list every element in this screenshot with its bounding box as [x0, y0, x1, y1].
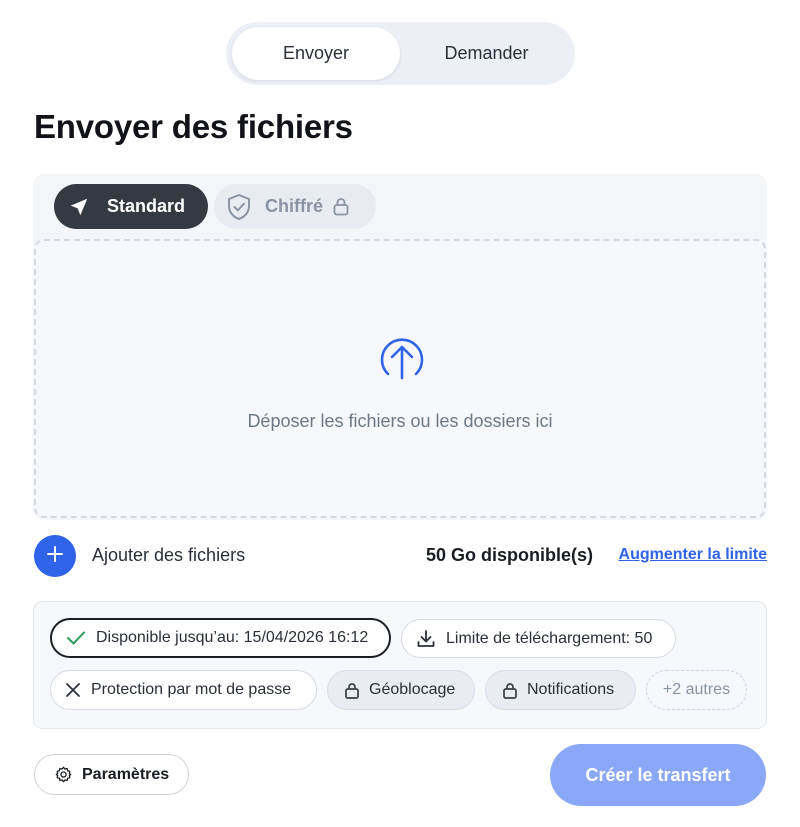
lock-icon [345, 682, 359, 699]
storage-available: 50 Go disponible(s) [426, 545, 594, 565]
tab-envoyer[interactable]: Envoyer [232, 27, 400, 80]
mode-toggle: Envoyer Demander [226, 22, 575, 85]
download-limit-chip[interactable]: Limite de téléchargement: 50 [401, 619, 676, 658]
password-chip[interactable]: Protection par mot de passe [50, 670, 317, 710]
availability-label: Disponible jusqu’au: 15/04/2026 16:12 [96, 629, 369, 646]
notifications-chip[interactable]: Notifications [485, 670, 636, 710]
notifications-label: Notifications [527, 681, 615, 698]
shield-icon [225, 193, 253, 221]
page-title: Envoyer des fichiers [34, 108, 353, 145]
send-icon [67, 196, 91, 218]
add-files-button[interactable] [34, 535, 76, 577]
lock-icon [333, 197, 349, 216]
upload-card: Standard Chiffré Déposer les fichiers ou… [33, 174, 767, 520]
download-icon [416, 629, 436, 649]
dropzone-text: Déposer les fichiers ou les dossiers ici [247, 411, 553, 431]
download-limit-label: Limite de téléchargement: 50 [446, 629, 653, 647]
more-options-chip[interactable]: +2 autres [646, 670, 747, 710]
encrypted-type-button[interactable]: Chiffré [214, 184, 376, 229]
settings-button[interactable]: Paramètres [34, 754, 189, 795]
transfer-options: Disponible jusqu’au: 15/04/2026 16:12 Li… [33, 601, 767, 729]
standard-type-label: Standard [107, 196, 186, 216]
tab-demander[interactable]: Demander [404, 27, 569, 80]
gear-icon [55, 766, 72, 783]
add-files-row: Ajouter des fichiers 50 Go disponible(s)… [34, 535, 767, 577]
settings-label: Paramètres [82, 765, 170, 783]
encrypted-type-label: Chiffré [265, 196, 323, 216]
dropzone[interactable]: Déposer les fichiers ou les dossiers ici [34, 239, 766, 518]
increase-limit-link[interactable]: Augmenter la limite [619, 546, 767, 564]
availability-chip[interactable]: Disponible jusqu’au: 15/04/2026 16:12 [50, 618, 391, 658]
standard-type-button[interactable]: Standard [54, 184, 208, 229]
password-label: Protection par mot de passe [91, 681, 292, 698]
add-files-label[interactable]: Ajouter des fichiers [92, 545, 245, 566]
check-icon [66, 630, 86, 646]
geoblocking-chip[interactable]: Géoblocage [327, 670, 475, 710]
more-options-label: +2 autres [662, 681, 731, 698]
lock-icon [503, 682, 517, 699]
close-icon [65, 682, 81, 698]
geoblocking-label: Géoblocage [369, 681, 456, 698]
plus-icon [46, 545, 64, 568]
upload-icon [377, 333, 427, 383]
create-transfer-button[interactable]: Créer le transfert [550, 744, 766, 806]
